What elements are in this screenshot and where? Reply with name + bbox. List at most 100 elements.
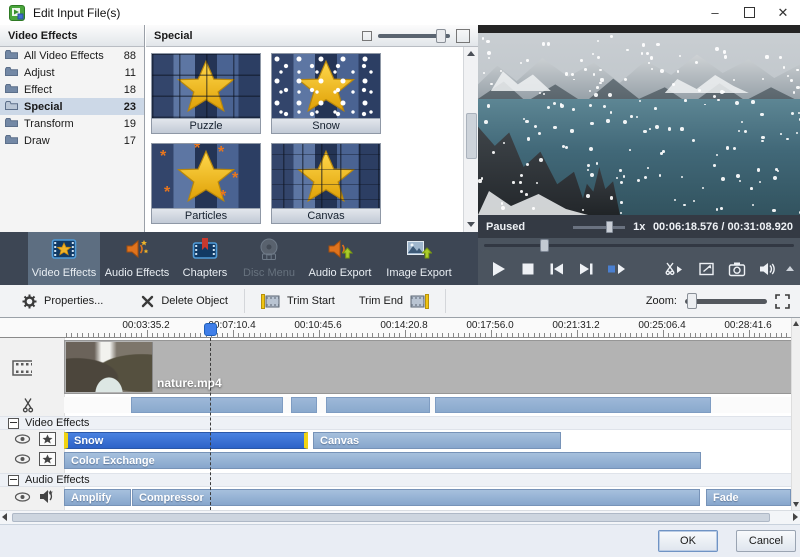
ruler-tick: [706, 333, 707, 337]
visibility-eye-icon[interactable]: [12, 433, 32, 445]
video-track-clip[interactable]: nature.mp4: [64, 340, 792, 394]
scroll-down-icon[interactable]: [467, 222, 475, 227]
ruler-tick: [711, 333, 712, 337]
audio-effects-section-label: Audio Effects: [25, 474, 90, 486]
close-button[interactable]: ✕: [766, 0, 800, 25]
snowflake: [724, 55, 728, 59]
properties-button[interactable]: Properties...: [10, 288, 115, 314]
scroll-right-icon[interactable]: [793, 513, 798, 521]
delete-object-button[interactable]: Delete Object: [129, 288, 240, 314]
scroll-down-icon[interactable]: [793, 502, 799, 507]
effect-bar-color-exchange[interactable]: Color Exchange: [64, 452, 701, 469]
gallery-item-snow[interactable]: Snow: [271, 53, 381, 134]
tab-chapters[interactable]: Chapters: [174, 232, 236, 285]
audio-effects-section-header[interactable]: Audio Effects: [0, 473, 792, 487]
seek-handle[interactable]: [540, 239, 549, 252]
tab-video-effects[interactable]: Video Effects: [28, 232, 100, 285]
mode-tabbar: Video EffectsAudio EffectsChaptersDisc M…: [0, 232, 478, 285]
category-item-transform[interactable]: Transform19: [0, 115, 144, 132]
minimize-button[interactable]: –: [698, 0, 732, 25]
snowflake: [542, 42, 545, 45]
cut-segment[interactable]: [291, 397, 317, 413]
cut-segment[interactable]: [131, 397, 283, 413]
effect-bar-snow[interactable]: Snow: [64, 432, 308, 449]
fullscreen-button[interactable]: [693, 257, 719, 281]
next-frame-button[interactable]: [573, 257, 599, 281]
seek-bar[interactable]: [478, 238, 800, 252]
category-item-draw[interactable]: Draw17: [0, 132, 144, 149]
snowflake: [636, 116, 638, 118]
visibility-eye-icon[interactable]: [12, 453, 32, 465]
category-label: Effect: [24, 84, 118, 96]
cut-segment[interactable]: [435, 397, 711, 413]
timeline-vertical-scrollbar[interactable]: [791, 318, 800, 510]
timeline-zoom-slider[interactable]: [685, 293, 767, 309]
thumbnail-size-slider-handle[interactable]: [436, 29, 446, 43]
fit-to-screen-icon[interactable]: [775, 294, 790, 309]
effect-bar-fade[interactable]: Fade: [706, 489, 791, 506]
snapshot-button[interactable]: [724, 257, 750, 281]
category-item-effect[interactable]: Effect18: [0, 81, 144, 98]
snowflake: [790, 79, 793, 82]
collapse-icon[interactable]: [8, 418, 19, 429]
cut-segment[interactable]: [326, 397, 430, 413]
previous-frame-button[interactable]: [544, 257, 570, 281]
gallery-item-canvas[interactable]: Canvas: [271, 143, 381, 224]
category-label: Transform: [24, 118, 118, 130]
thumbnail-size-slider[interactable]: [378, 29, 450, 43]
timeline-zoom-handle[interactable]: [687, 293, 697, 309]
gallery-scrollbar[interactable]: [463, 47, 478, 232]
volume-button[interactable]: [755, 257, 781, 281]
playhead-marker[interactable]: [204, 323, 217, 336]
video-effects-section-header[interactable]: Video Effects: [0, 416, 792, 430]
ruler-tick: [561, 333, 562, 337]
effects-category-panel: Video Effects All Video Effects88Adjust1…: [0, 25, 145, 232]
timeline-ruler[interactable]: 00:03:35.200:07:10.400:10:45.600:14:20.8…: [0, 318, 792, 338]
effect-bar-compressor[interactable]: Compressor: [132, 489, 700, 506]
speed-slider[interactable]: [573, 221, 625, 233]
maximize-button[interactable]: [732, 0, 766, 25]
snowflake: [525, 120, 529, 124]
effect-bar-canvas[interactable]: Canvas: [313, 432, 561, 449]
volume-menu-caret[interactable]: [786, 266, 794, 271]
playhead-line[interactable]: [210, 338, 211, 510]
snowflake: [536, 182, 538, 184]
play-button[interactable]: [486, 257, 512, 281]
timeline-horizontal-scrollbar[interactable]: [0, 510, 800, 524]
split-button[interactable]: [662, 257, 688, 281]
gallery-item-particles[interactable]: ******Particles: [151, 143, 261, 224]
effect-bar-amplify[interactable]: Amplify: [64, 489, 131, 506]
play-to-marker-button[interactable]: [602, 257, 632, 281]
category-item-special[interactable]: Special23: [0, 98, 144, 115]
visibility-eye-icon[interactable]: [12, 491, 32, 503]
ruler-tick: [501, 333, 502, 337]
stop-icon: [520, 261, 536, 277]
speed-slider-handle[interactable]: [606, 221, 613, 233]
speed-label: 1x: [633, 221, 645, 233]
window-title: Edit Input File(s): [33, 6, 120, 20]
ruler-tick: [77, 333, 78, 337]
category-item-all-video-effects[interactable]: All Video Effects88: [0, 47, 144, 64]
scroll-up-icon[interactable]: [467, 51, 475, 56]
cut-track[interactable]: [64, 397, 792, 413]
cancel-button[interactable]: Cancel: [736, 530, 796, 552]
tab-image-export[interactable]: Image Export: [378, 232, 460, 285]
collapse-icon[interactable]: [8, 475, 19, 486]
stop-button[interactable]: [515, 257, 541, 281]
trim-end-button[interactable]: Trim End: [347, 288, 441, 314]
gallery-scrollbar-thumb[interactable]: [466, 113, 477, 159]
horizontal-scrollbar-thumb[interactable]: [12, 513, 770, 522]
trim-start-button[interactable]: Trim Start: [249, 288, 347, 314]
tab-audio-export[interactable]: Audio Export: [302, 232, 378, 285]
thumbnail-overlay: [272, 144, 380, 208]
scroll-up-icon[interactable]: [793, 321, 799, 326]
tab-audio-effects[interactable]: Audio Effects: [100, 232, 174, 285]
snowflake: [610, 111, 613, 114]
video-preview[interactable]: [478, 25, 800, 215]
ok-button[interactable]: OK: [658, 530, 718, 552]
gallery-item-puzzle[interactable]: Puzzle: [151, 53, 261, 134]
scroll-left-icon[interactable]: [2, 513, 7, 521]
category-item-adjust[interactable]: Adjust11: [0, 64, 144, 81]
snowflake: [500, 70, 502, 72]
timeline: 00:03:35.200:07:10.400:10:45.600:14:20.8…: [0, 318, 800, 524]
